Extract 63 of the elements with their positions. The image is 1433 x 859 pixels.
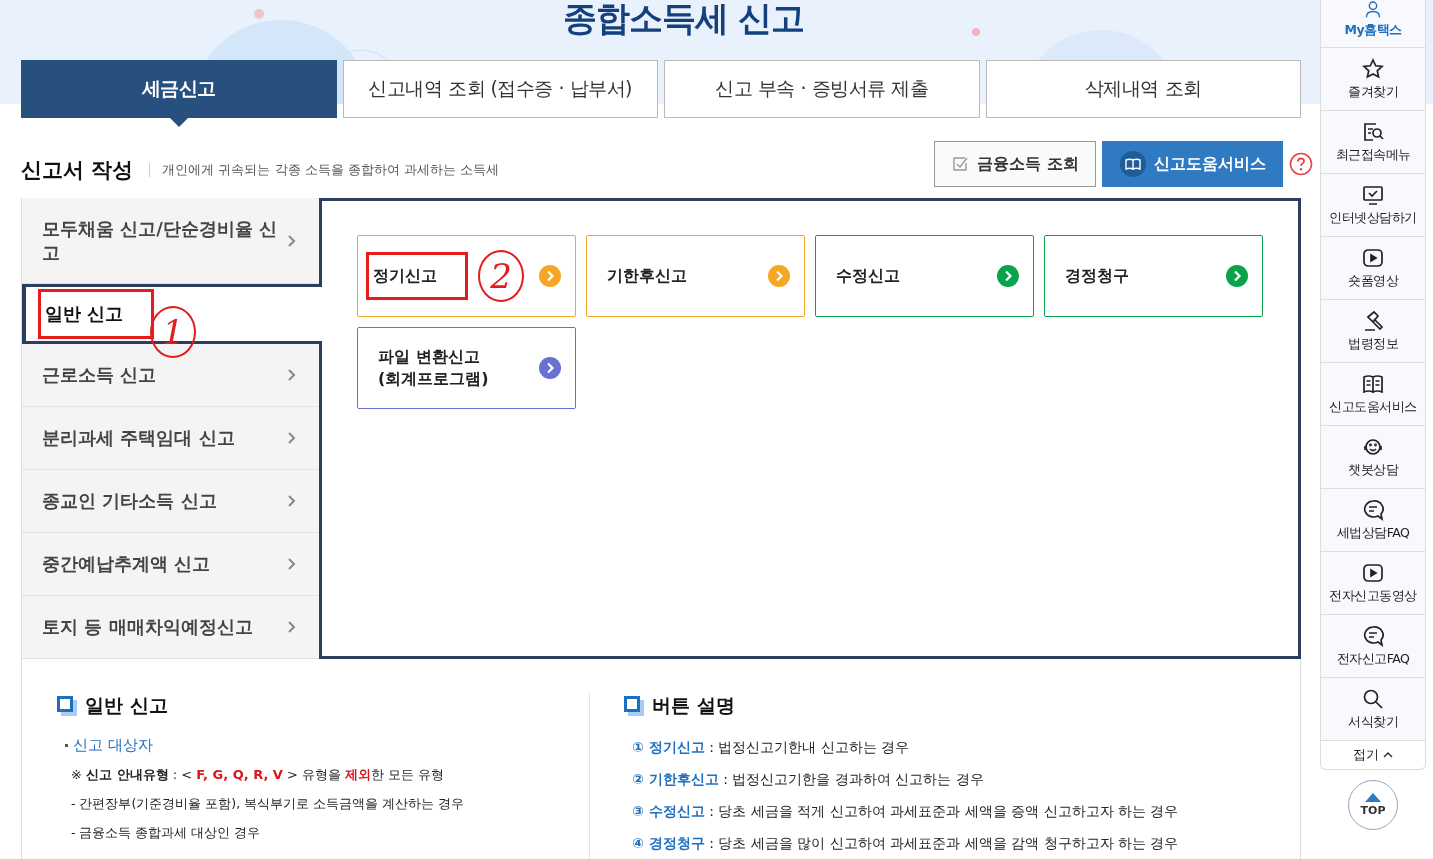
info-line: - 금융소득 종합과세 대상인 경우 <box>71 824 262 842</box>
tab-pointer-icon <box>169 118 188 127</box>
monitor-icon <box>1362 183 1384 206</box>
info-note: ※ 신고 안내유형 : < F, G, Q, R, V > 유형을 제외한 모든 유형 <box>71 766 446 784</box>
filing-card[interactable]: 기한후신고 <box>586 235 805 317</box>
filing-card[interactable]: 수정신고 <box>815 235 1034 317</box>
up-arrow-icon <box>1365 793 1381 802</box>
quick-menu-item[interactable]: 법령정보 <box>1321 300 1425 363</box>
info-title: 버튼 설명 <box>652 693 735 718</box>
button-description: ① 정기신고 : 법정신고기한내 신고하는 경우 <box>632 738 911 757</box>
quick-menu-item[interactable]: 전자신고FAQ <box>1321 615 1425 678</box>
tab[interactable]: 신고 부속 · 증빙서류 제출 <box>664 59 980 118</box>
document-search-icon <box>1362 120 1384 143</box>
quick-menu-item[interactable]: 챗봇상담 <box>1321 426 1425 489</box>
quick-menu-item[interactable]: 전자신고동영상 <box>1321 552 1425 615</box>
filing-card[interactable]: 정기신고 2 <box>357 235 576 317</box>
chevron-icon <box>287 494 297 508</box>
book-icon <box>1362 372 1384 395</box>
search-icon <box>1362 687 1384 710</box>
bullet-icon <box>65 744 68 747</box>
top-button[interactable]: TOP <box>1348 780 1398 830</box>
filing-card[interactable]: 경정청구 <box>1044 235 1263 317</box>
quick-menu-item[interactable]: My홈택스 <box>1321 0 1425 48</box>
quick-menu-item[interactable]: 숏폼영상 <box>1321 237 1425 300</box>
section-description: 개인에게 귀속되는 각종 소득을 종합하여 과세하는 소득세 <box>162 161 500 179</box>
annotation-mark: 2 <box>478 250 524 302</box>
chevron-icon <box>287 557 297 571</box>
tab[interactable]: 세금신고 <box>21 59 337 118</box>
speech-bubble-icon <box>1362 624 1384 647</box>
info-subtitle: 신고 대상자 <box>73 735 153 756</box>
chevron-icon <box>287 620 297 634</box>
quick-menu-item[interactable]: 인터넷상담하기 <box>1321 174 1425 237</box>
chevron-icon <box>287 431 297 445</box>
button-description: ③ 수정신고 : 당초 세금을 적게 신고하여 과세표준과 세액을 증액 신고하고자 하는 경우 <box>632 802 1180 821</box>
quick-menu-item[interactable]: 즐겨찾기 <box>1321 48 1425 111</box>
checkbox-icon <box>951 155 970 173</box>
caret-icon <box>1383 751 1393 759</box>
collapse-button[interactable]: 접기 <box>1321 741 1425 769</box>
quick-menu-item[interactable]: 신고도움서비스 <box>1321 363 1425 426</box>
tab[interactable]: 삭제내역 조회 <box>985 59 1301 118</box>
filing-card[interactable]: 파일 변환신고 (회계프로그램) <box>357 327 576 409</box>
square-bullet-icon <box>57 696 77 716</box>
chevron-icon <box>287 368 297 382</box>
tab[interactable]: 신고내역 조회 (접수증 · 납부서) <box>342 59 658 118</box>
book-icon <box>1119 151 1146 177</box>
speech-bubble-icon <box>1362 498 1384 521</box>
info-line: - 간편장부(기준경비율 포함), 복식부기로 소득금액을 계산하는 경우 <box>71 795 466 813</box>
quick-menu-item[interactable]: 세법상담FAQ <box>1321 489 1425 552</box>
gavel-icon <box>1362 309 1384 332</box>
button-description: ② 기한후신고 : 법정신고기한을 경과하여 신고하는 경우 <box>632 770 985 789</box>
help-icon[interactable] <box>1289 152 1313 176</box>
info-title: 일반 신고 <box>85 693 168 718</box>
quick-menu-item[interactable]: 최근접속메뉴 <box>1321 111 1425 174</box>
financial-income-button[interactable]: 금융소득 조회 <box>934 141 1096 187</box>
page-title: 종합소득세 신고 <box>562 0 805 40</box>
square-bullet-icon <box>624 696 644 716</box>
button-description: ④ 경정청구 : 당초 세금을 많이 신고하여 과세표준과 세액을 감액 청구하고자 하는 경우 <box>632 834 1180 853</box>
play-icon <box>1362 561 1384 584</box>
chevron-icon <box>287 233 297 248</box>
help-service-button[interactable]: 신고도움서비스 <box>1102 141 1283 187</box>
section-title: 신고서 작성 <box>21 157 134 184</box>
play-icon <box>1362 246 1384 269</box>
star-icon <box>1362 57 1384 80</box>
